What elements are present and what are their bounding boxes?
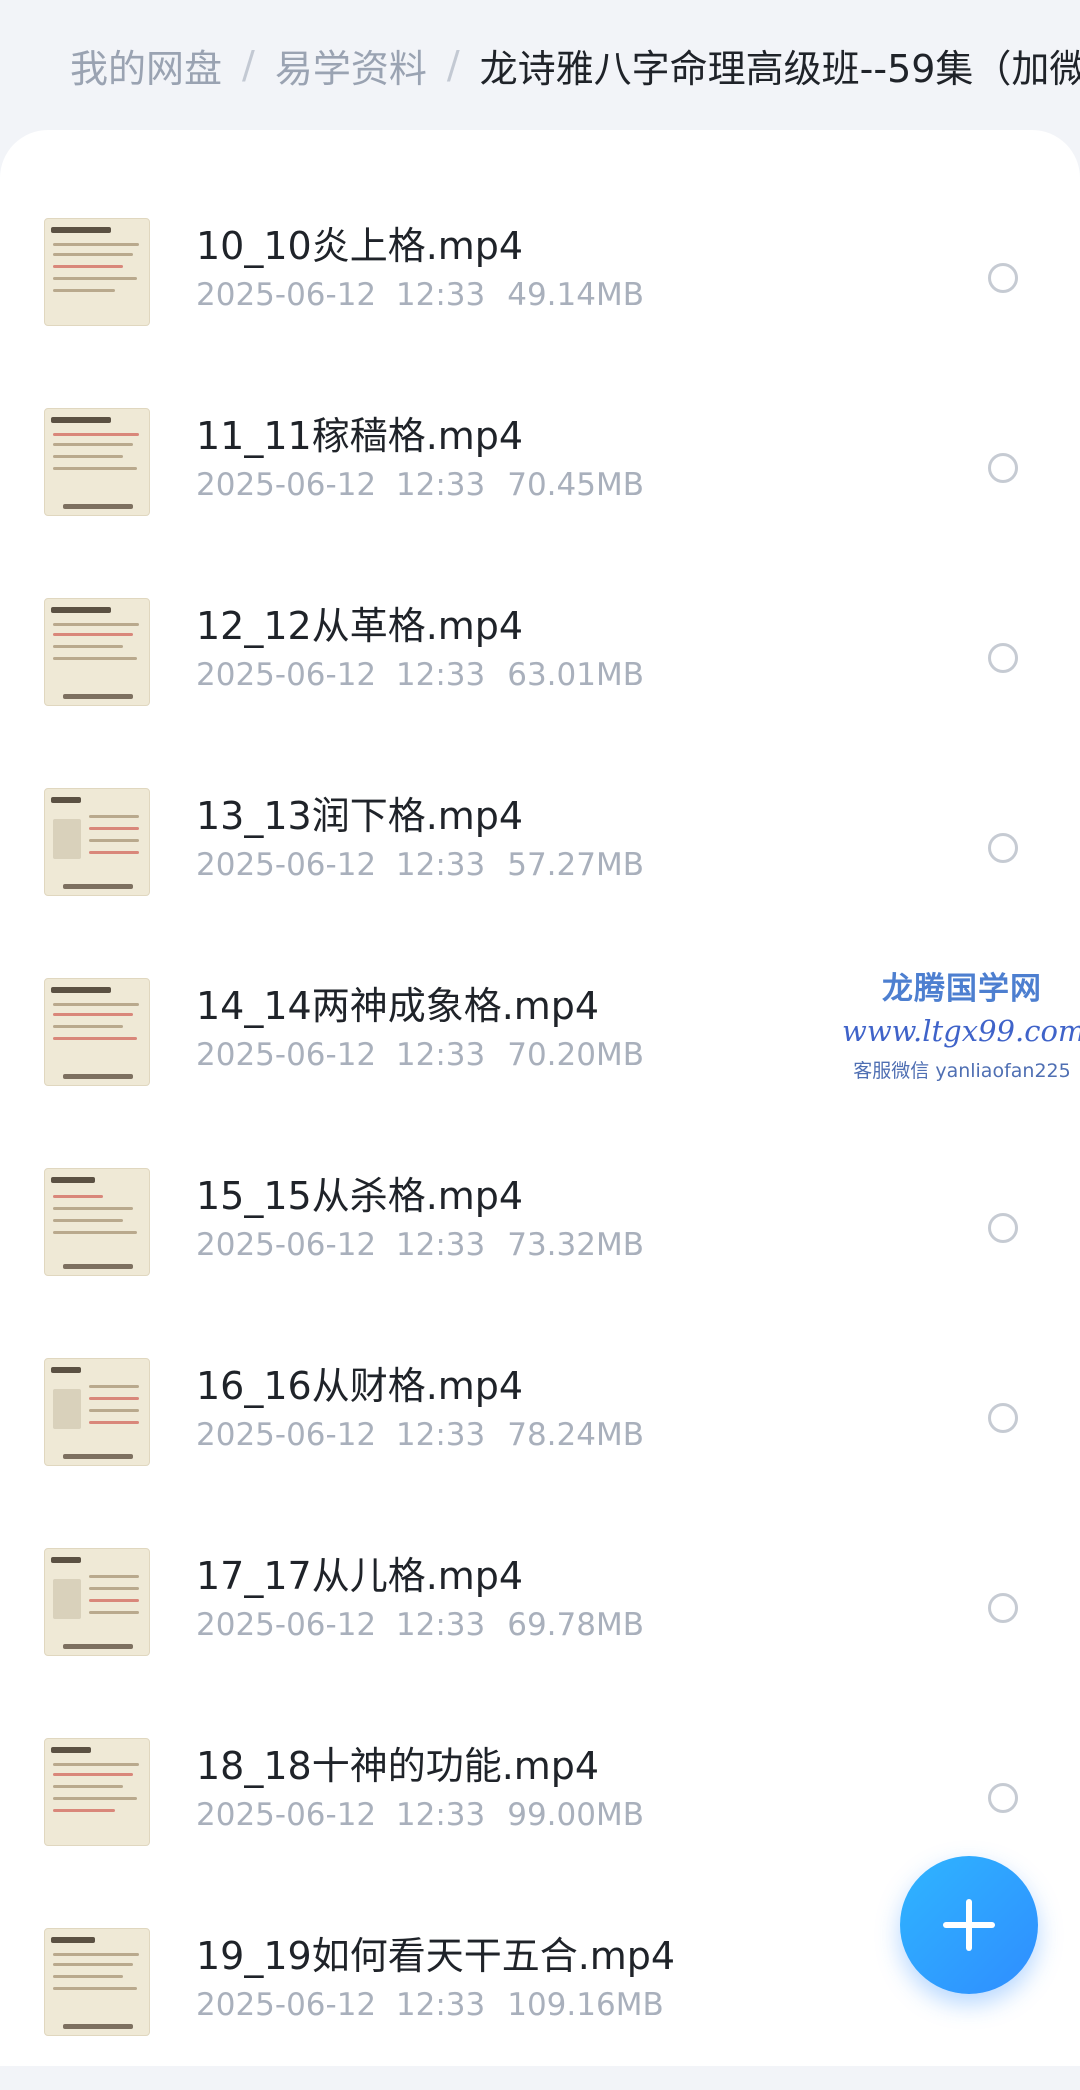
file-date: 2025-06-12 — [196, 467, 377, 503]
file-time: 12:33 — [395, 657, 486, 693]
file-time: 12:33 — [395, 1987, 486, 2023]
file-size: 69.78MB — [507, 1607, 644, 1643]
file-name: 10_10炎上格.mp4 — [196, 224, 524, 268]
video-thumbnail — [44, 1168, 150, 1276]
file-row[interactable]: 10_10炎上格.mp4 2025-06-12 12:33 49.14MB — [0, 190, 1080, 380]
file-size: 78.24MB — [507, 1417, 644, 1453]
file-date: 2025-06-12 — [196, 1227, 377, 1263]
video-thumbnail — [44, 788, 150, 896]
video-thumbnail — [44, 1358, 150, 1466]
file-name: 14_14两神成象格.mp4 — [196, 984, 600, 1028]
radio-icon[interactable] — [988, 1593, 1018, 1623]
breadcrumb-root[interactable]: 我的网盘 — [70, 38, 222, 93]
file-row[interactable]: 15_15从杀格.mp4 2025-06-12 12:33 73.32MB — [0, 1140, 1080, 1330]
file-name: 17_17从儿格.mp4 — [196, 1554, 524, 1598]
file-date: 2025-06-12 — [196, 1987, 377, 2023]
file-date: 2025-06-12 — [196, 1797, 377, 1833]
file-name: 15_15从杀格.mp4 — [196, 1174, 524, 1218]
file-date: 2025-06-12 — [196, 1037, 377, 1073]
video-thumbnail — [44, 1548, 150, 1656]
video-thumbnail — [44, 1738, 150, 1846]
file-time: 12:33 — [395, 847, 486, 883]
file-name: 19_19如何看天干五合.mp4 — [196, 1934, 676, 1978]
add-button[interactable] — [900, 1856, 1038, 1994]
file-meta: 2025-06-12 12:33 63.01MB — [196, 657, 644, 693]
file-date: 2025-06-12 — [196, 277, 377, 313]
radio-icon[interactable] — [988, 643, 1018, 673]
breadcrumb-current: 龙诗雅八字命理高级班--59集（加微 — [479, 46, 1080, 91]
file-meta: 2025-06-12 12:33 109.16MB — [196, 1987, 664, 2023]
file-date: 2025-06-12 — [196, 1417, 377, 1453]
video-thumbnail — [44, 978, 150, 1086]
file-time: 12:33 — [395, 467, 486, 503]
radio-icon[interactable] — [988, 833, 1018, 863]
file-size: 70.20MB — [507, 1037, 644, 1073]
file-meta: 2025-06-12 12:33 70.20MB — [196, 1037, 644, 1073]
file-name: 13_13润下格.mp4 — [196, 794, 524, 838]
file-row[interactable]: 11_11稼穑格.mp4 2025-06-12 12:33 70.45MB — [0, 380, 1080, 570]
file-size: 99.00MB — [507, 1797, 644, 1833]
file-meta: 2025-06-12 12:33 73.32MB — [196, 1227, 644, 1263]
file-row[interactable]: 17_17从儿格.mp4 2025-06-12 12:33 69.78MB — [0, 1520, 1080, 1710]
file-meta: 2025-06-12 12:33 70.45MB — [196, 467, 644, 503]
breadcrumb: 我的网盘 / 易学资料 / 龙诗雅八字命理高级班--59集（加微 — [0, 0, 1080, 130]
file-meta: 2025-06-12 12:33 49.14MB — [196, 277, 644, 313]
file-name: 16_16从财格.mp4 — [196, 1364, 524, 1408]
file-meta: 2025-06-12 12:33 99.00MB — [196, 1797, 644, 1833]
file-name: 12_12从革格.mp4 — [196, 604, 524, 648]
radio-icon[interactable] — [988, 1403, 1018, 1433]
file-row[interactable]: 14_14两神成象格.mp4 2025-06-12 12:33 70.20MB — [0, 950, 1080, 1140]
radio-icon[interactable] — [988, 453, 1018, 483]
file-size: 109.16MB — [507, 1987, 664, 2023]
file-date: 2025-06-12 — [196, 1607, 377, 1643]
radio-icon[interactable] — [988, 1213, 1018, 1243]
video-thumbnail — [44, 408, 150, 516]
file-name: 11_11稼穑格.mp4 — [196, 414, 524, 458]
breadcrumb-separator: / — [446, 43, 460, 87]
file-size: 49.14MB — [507, 277, 644, 313]
video-thumbnail — [44, 218, 150, 326]
file-time: 12:33 — [395, 1607, 486, 1643]
radio-icon[interactable] — [988, 1783, 1018, 1813]
file-time: 12:33 — [395, 1417, 486, 1453]
video-thumbnail — [44, 598, 150, 706]
file-size: 63.01MB — [507, 657, 644, 693]
file-row[interactable]: 16_16从财格.mp4 2025-06-12 12:33 78.24MB — [0, 1330, 1080, 1520]
file-name: 18_18十神的功能.mp4 — [196, 1744, 600, 1788]
file-size: 57.27MB — [507, 847, 644, 883]
file-list: 10_10炎上格.mp4 2025-06-12 12:33 49.14MB 11_… — [0, 130, 1080, 2066]
breadcrumb-folder[interactable]: 易学资料 — [275, 38, 427, 93]
file-date: 2025-06-12 — [196, 657, 377, 693]
video-thumbnail — [44, 1928, 150, 2036]
breadcrumb-separator: / — [242, 43, 255, 87]
file-time: 12:33 — [395, 1037, 486, 1073]
file-time: 12:33 — [395, 277, 486, 313]
file-size: 73.32MB — [507, 1227, 644, 1263]
file-date: 2025-06-12 — [196, 847, 377, 883]
file-size: 70.45MB — [507, 467, 644, 503]
file-row[interactable]: 13_13润下格.mp4 2025-06-12 12:33 57.27MB — [0, 760, 1080, 950]
radio-icon[interactable] — [988, 263, 1018, 293]
file-meta: 2025-06-12 12:33 57.27MB — [196, 847, 644, 883]
file-row[interactable]: 12_12从革格.mp4 2025-06-12 12:33 63.01MB — [0, 570, 1080, 760]
file-meta: 2025-06-12 12:33 69.78MB — [196, 1607, 644, 1643]
file-time: 12:33 — [395, 1797, 486, 1833]
file-row[interactable]: 18_18十神的功能.mp4 2025-06-12 12:33 99.00MB — [0, 1710, 1080, 1900]
file-time: 12:33 — [395, 1227, 486, 1263]
file-meta: 2025-06-12 12:33 78.24MB — [196, 1417, 644, 1453]
